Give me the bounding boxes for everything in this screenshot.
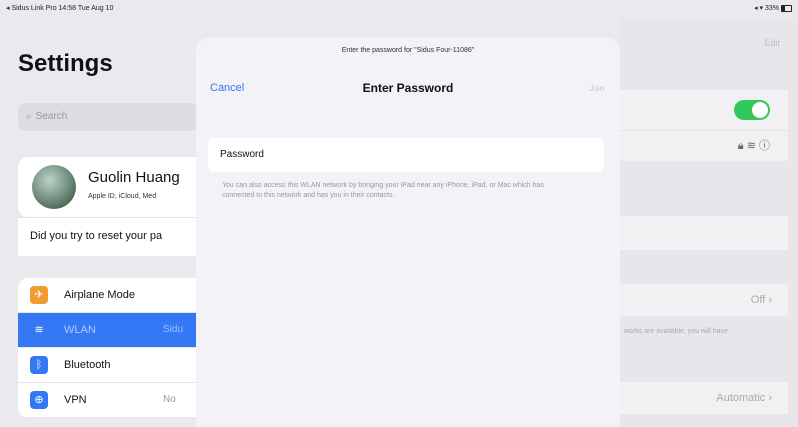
modal-navbar: Cancel Enter Password Join [196, 68, 620, 108]
auto-join-value: Automatic › [716, 392, 772, 404]
info-icon[interactable]: ⓘ [759, 140, 770, 152]
status-left: ◂ Sidus Link Pro 14:58 Tue Aug 10 [6, 5, 114, 12]
sidebar-item-label: Airplane Mode [64, 289, 135, 301]
password-hint: You can also access this WLAN network by… [222, 182, 544, 199]
auto-join-row[interactable]: Automatic › [620, 382, 788, 414]
wifi-icon: ≋ [30, 321, 48, 339]
apple-id-profile[interactable]: Guolin Huang Apple ID, iCloud, Med [18, 157, 203, 217]
ask-to-join-row[interactable]: Off › [620, 284, 788, 316]
wlan-detail-pane: Edit 🔒︎ ≋ ⓘ Off › works are available, y… [620, 18, 798, 427]
page-title: Settings [18, 50, 113, 77]
search-icon: ⌕ [26, 111, 32, 122]
bluetooth-icon: ᛒ [30, 356, 48, 374]
ask-to-join-note: works are available, you will have [624, 328, 728, 335]
modal-prompt: Enter the password for "Sidus Four-11086… [341, 47, 475, 54]
search-input[interactable]: ⌕ Search [26, 111, 67, 122]
sidebar-item-label: Bluetooth [64, 359, 111, 371]
sidebar-item-value: No [163, 394, 176, 405]
status-right: ◂ ▾ 33% [754, 4, 792, 12]
suggestion-row[interactable]: Did you try to reset your pa [18, 217, 203, 256]
vpn-icon: ⊕ [30, 391, 48, 409]
wifi-signal-icon: ≋ [746, 140, 756, 152]
suggestion-text: Did you try to reset your pa [30, 230, 163, 242]
sidebar-item-airplane-mode[interactable]: ✈ Airplane Mode [18, 278, 203, 313]
modal-title: Enter Password [362, 81, 454, 95]
password-label: Password [220, 149, 264, 160]
sidebar-item-value: Sidu [163, 324, 184, 335]
profile-name: Guolin Huang [88, 169, 180, 186]
password-input[interactable] [298, 144, 592, 168]
settings-group: ✈ Airplane Mode ≋ WLAN Sidu ᛒ Bluetooth … [18, 278, 203, 418]
sidebar-item-vpn[interactable]: ⊕ VPN No [18, 383, 203, 418]
sidebar-item-wlan[interactable]: ≋ WLAN Sidu [18, 313, 203, 348]
edit-button[interactable]: Edit [764, 38, 780, 48]
airplane-icon: ✈ [30, 286, 48, 304]
profile-subtitle: Apple ID, iCloud, Med [88, 193, 157, 200]
join-button[interactable]: Join [589, 84, 604, 93]
enter-password-modal: Enter the password for "Sidus Four-11086… [196, 38, 620, 427]
connected-network-row[interactable]: 🔒︎ ≋ ⓘ [620, 130, 788, 161]
status-bar: ◂ Sidus Link Pro 14:58 Tue Aug 10 ◂ ▾ 33… [0, 0, 798, 18]
search-field[interactable]: ⌕ Search [18, 103, 198, 131]
settings-sidebar: Settings ⌕ Search Guolin Huang Apple ID, … [0, 18, 203, 427]
other-networks-row [620, 216, 788, 250]
ask-to-join-value: Off › [750, 294, 772, 306]
battery-icon [781, 4, 792, 12]
status-right-text: ◂ ▾ 33% [754, 5, 779, 12]
search-placeholder: Search [35, 111, 68, 122]
sidebar-item-label: VPN [64, 394, 87, 406]
sidebar-item-label: WLAN [64, 324, 96, 336]
wlan-toggle[interactable] [734, 100, 770, 120]
password-field[interactable]: Password [208, 138, 604, 172]
wlan-toggle-row [620, 90, 788, 130]
sidebar-item-bluetooth[interactable]: ᛒ Bluetooth [18, 348, 203, 383]
lock-icon: 🔒︎ [737, 140, 744, 152]
avatar [32, 165, 76, 209]
network-status-icons: 🔒︎ ≋ ⓘ [738, 137, 770, 153]
